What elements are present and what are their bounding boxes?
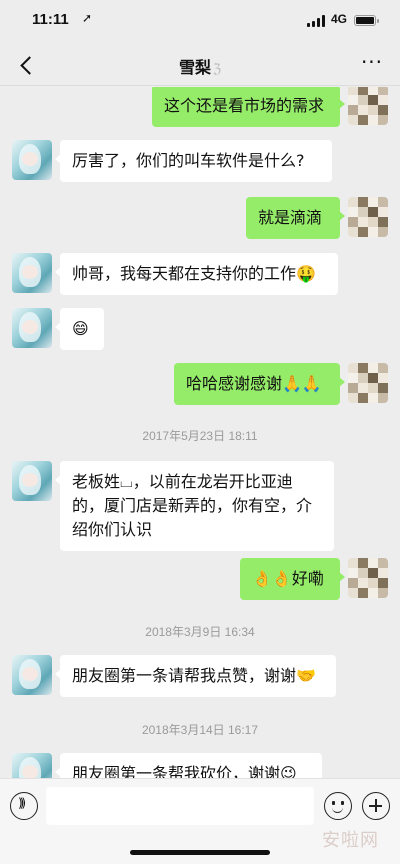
chat-header: 雪梨 ℨ ··· [0,44,400,86]
message-bubble[interactable]: 就是滴滴 [246,197,345,239]
my-avatar[interactable] [348,87,388,125]
message-bubble[interactable]: 这个还是看市场的需求 [152,87,345,127]
contact-avatar[interactable] [12,461,52,501]
message-bubble[interactable]: 厉害了，你们的叫车软件是什么? [55,140,332,182]
plus-icon[interactable] [362,792,390,820]
status-bar: 11:11 ➚ 4G [0,0,400,44]
network-type: 4G [331,12,348,26]
message-timestamp: 2017年5月23日 18:11 [142,429,258,443]
emoji-icon[interactable] [324,792,352,820]
message-bubble[interactable]: 哈哈感谢感谢🙏🙏 [174,363,345,405]
message-timestamp: 2018年3月14日 16:17 [141,723,259,737]
message-bubble[interactable]: 老板姓⌴，以前在龙岩开比亚迪的，厦门店是新弄的，你有空，介绍你们认识 [55,461,334,551]
message-bubble[interactable]: 帅哥，我每天都在支持你的工作🤑 [55,253,338,295]
location-icon: ➚ [82,11,93,25]
my-avatar[interactable] [348,197,388,237]
contact-avatar[interactable] [12,655,52,695]
message-timestamp: 2018年3月9日 16:34 [145,625,255,639]
message-list[interactable]: 这个还是看市场的需求 厉害了，你们的叫车软件是什么? 就是滴滴 帅哥，我每天都在… [0,87,400,778]
contact-avatar[interactable] [12,308,52,348]
battery-icon [354,15,379,26]
more-icon[interactable]: ··· [360,52,384,75]
watermark: 安啦网 [322,830,379,851]
status-time: 11:11 [32,11,69,28]
contact-avatar[interactable] [12,253,52,293]
voice-icon[interactable] [10,792,38,820]
contact-avatar[interactable] [12,140,52,180]
signal-icon [307,15,325,27]
message-bubble[interactable]: 👌👌好嘞 [240,558,345,600]
message-bubble[interactable]: 朋友圈第一条帮我砍价，谢谢😉 [55,753,322,778]
chat-title: 雪梨 ℨ [0,54,400,78]
my-avatar[interactable] [348,363,388,403]
message-input[interactable] [46,787,314,825]
contact-avatar[interactable] [12,753,52,778]
contact-name: 雪梨 [178,58,211,77]
home-indicator [130,850,270,855]
mute-icon: ℨ [213,62,222,77]
message-bubble[interactable]: 😄 [55,308,104,350]
message-bubble[interactable]: 朋友圈第一条请帮我点赞，谢谢🤝 [55,655,336,697]
my-avatar[interactable] [348,558,388,598]
